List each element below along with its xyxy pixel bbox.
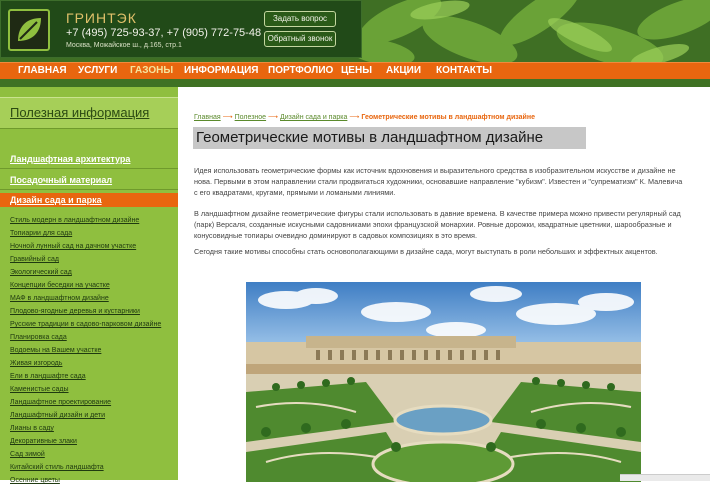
article-paragraph: В ландшафтном дизайне геометрические фиг…: [194, 209, 681, 240]
nav-item-contacts[interactable]: КОНТАКТЫ: [436, 65, 492, 76]
sidebar-subitem[interactable]: Водоемы на Вашем участке: [10, 347, 101, 354]
main-content: Главная ⟶ Полезное ⟶ Дизайн сада и парка…: [178, 87, 710, 482]
nav-item-portfolio[interactable]: ПОРТФОЛИО: [268, 65, 333, 76]
sidebar-subitem[interactable]: Китайский стиль ландшафта: [10, 464, 104, 471]
sidebar-subitem[interactable]: Плодово-ягодные деревья и кустарники: [10, 308, 140, 315]
sidebar-divider: [0, 168, 178, 169]
sidebar-title[interactable]: Полезная информация: [10, 105, 149, 120]
nav-item-information[interactable]: ИНФОРМАЦИЯ: [184, 65, 259, 76]
sidebar-subitem[interactable]: Живая изгородь: [10, 360, 62, 367]
sidebar-subitem[interactable]: Гравийный сад: [10, 256, 59, 263]
breadcrumb: Главная ⟶ Полезное ⟶ Дизайн сада и парка…: [194, 113, 535, 121]
breadcrumb-arrow-icon: ⟶: [268, 114, 279, 121]
sidebar-subitem[interactable]: Ландшафтный дизайн и дети: [10, 412, 105, 419]
sidebar-subitem[interactable]: Осенние цветы: [10, 477, 60, 484]
sidebar-item-landscape-architecture[interactable]: Ландшафтная архитектура: [10, 154, 130, 164]
breadcrumb-home[interactable]: Главная: [194, 114, 221, 121]
callback-button[interactable]: Обратный звонок: [264, 31, 336, 47]
versailles-garden-photo: [246, 282, 641, 482]
nav-item-prices[interactable]: ЦЕНЫ: [341, 65, 372, 76]
logo[interactable]: [8, 9, 50, 51]
sidebar-subitem[interactable]: Сад зимой: [10, 451, 45, 458]
nav-item-home[interactable]: ГЛАВНАЯ: [18, 65, 67, 76]
sidebar-subitem[interactable]: Русские традиции в садово-парковом дизай…: [10, 321, 161, 328]
sidebar-subitem[interactable]: Экологический сад: [10, 269, 72, 276]
article-paragraph: Сегодня такие мотивы способны стать осно…: [194, 247, 658, 256]
phone-numbers: +7 (495) 725-93-37, +7 (905) 772-75-48: [66, 27, 262, 39]
sidebar-item-garden-design[interactable]: Дизайн сада и парка: [10, 195, 102, 205]
sidebar-subitem[interactable]: Концепции беседки на участке: [10, 282, 110, 289]
sidebar-subitem[interactable]: Ночной лунный сад на дачном участке: [10, 243, 136, 250]
sidebar-subitem[interactable]: Стиль модерн в ландшафтном дизайне: [10, 217, 139, 224]
ask-question-button[interactable]: Задать вопрос: [264, 11, 336, 27]
sidebar-subitem[interactable]: Ландшафтное проектирование: [10, 399, 111, 406]
sidebar: Полезная информация Ландшафтная архитект…: [0, 87, 178, 484]
site-header: ГРИНТЭК +7 (495) 725-93-37, +7 (905) 772…: [0, 0, 710, 62]
brand-name: ГРИНТЭК: [66, 10, 137, 26]
sidebar-subitem[interactable]: Декоративные злаки: [10, 438, 77, 445]
sidebar-divider: [0, 189, 178, 190]
sidebar-header: Полезная информация: [0, 97, 178, 129]
sidebar-subitem[interactable]: МАФ в ландшафтном дизайне: [10, 295, 109, 302]
breadcrumb-arrow-icon: ⟶: [222, 114, 233, 121]
nav-bottom-strip: [0, 79, 710, 87]
nav-item-lawns[interactable]: ГАЗОНЫ: [130, 65, 173, 76]
sidebar-item-planting-material[interactable]: Посадочный материал: [10, 175, 112, 185]
leaf-logo-icon: [18, 18, 41, 41]
nav-item-services[interactable]: УСЛУГИ: [78, 65, 117, 76]
main-nav: ГЛАВНАЯ УСЛУГИ ГАЗОНЫ ИНФОРМАЦИЯ ПОРТФОЛ…: [0, 62, 710, 80]
sidebar-subitem[interactable]: Планировка сада: [10, 334, 67, 341]
breadcrumb-current: Геометрические мотивы в ландшафтном диза…: [361, 114, 535, 121]
nav-item-promotions[interactable]: АКЦИИ: [386, 65, 421, 76]
breadcrumb-arrow-icon: ⟶: [349, 114, 360, 121]
breadcrumb-garden-design[interactable]: Дизайн сада и парка: [280, 114, 347, 121]
sidebar-subitem[interactable]: Ели в ландшафте сада: [10, 373, 86, 380]
sidebar-subitem[interactable]: Топиарии для сада: [10, 230, 72, 237]
sidebar-subitem[interactable]: Лианы в саду: [10, 425, 54, 432]
article-paragraph: Идея использовать геометрические формы к…: [194, 166, 683, 197]
sidebar-subitem[interactable]: Каменистые сады: [10, 386, 69, 393]
breadcrumb-useful[interactable]: Полезное: [235, 114, 266, 121]
address: Москва, Можайское ш., д.165, стр.1: [66, 42, 182, 49]
page-title: Геометрические мотивы в ландшафтном диза…: [193, 127, 586, 149]
